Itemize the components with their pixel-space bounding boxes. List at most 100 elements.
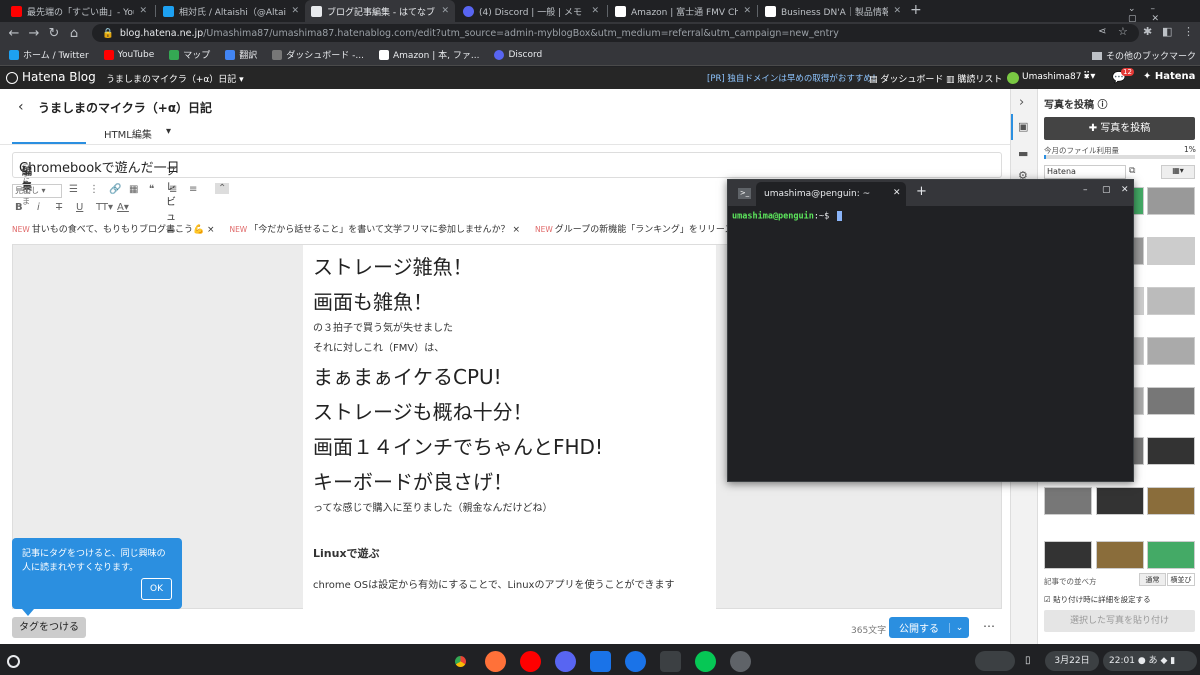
publish-button[interactable]: 公開する ⌄ [889, 617, 969, 638]
photo-thumbnail[interactable] [1147, 337, 1195, 365]
launcher-icon[interactable] [7, 655, 20, 668]
minimize-icon[interactable]: – [1083, 185, 1088, 195]
files-icon[interactable] [590, 651, 611, 672]
forward-icon[interactable]: → [24, 26, 44, 41]
blog-menu[interactable]: うましまのマイクラ（+α）日記 ▾ [106, 72, 244, 85]
terminal-window[interactable]: >_ umashima@penguin: ~ ✕ + – ▢ ✕ umashim… [727, 179, 1134, 482]
bookmark-youtube[interactable]: YouTube [103, 49, 154, 60]
new-terminal-tab-button[interactable]: + [916, 184, 927, 199]
youtube-app-icon[interactable] [520, 651, 541, 672]
bookmark-discord[interactable]: Discord [494, 49, 542, 60]
heading-select[interactable]: 見出し ▾ [12, 184, 62, 198]
news-item[interactable]: 「今だから話せること」を書いて文学フリマに参加しませんか？ × [249, 225, 520, 235]
photo-thumbnail[interactable] [1044, 541, 1092, 569]
tab-preview[interactable]: プレビュー ▾ [166, 126, 176, 238]
browser-tab[interactable]: Business DN'A｜製品情報｜C✕ [759, 0, 907, 22]
browser-tab[interactable]: Amazon | 富士通 FMV Chrome✕ [609, 0, 757, 22]
ordered-list-icon[interactable]: ⋮ [89, 184, 99, 195]
article-body[interactable]: ストレージ雑魚！ 画面も雑魚！ の３拍子で買う気が失せました それに対しこれ（F… [303, 245, 716, 610]
dashboard-link[interactable]: ▤ ダッシュボード [869, 72, 943, 85]
reload-icon[interactable]: ↻ [44, 26, 64, 41]
browser-tab[interactable]: 最先端の「すごい曲」- YouT ✕ [5, 0, 153, 22]
close-icon[interactable]: ✕ [893, 188, 901, 198]
line-icon[interactable] [695, 651, 716, 672]
bookmark-amazon[interactable]: Amazon | 本, ファ... [379, 48, 479, 61]
share-icon[interactable]: ⋖ [1098, 26, 1106, 37]
user-menu[interactable]: Umashima87 ▾ [1022, 72, 1089, 82]
firefox-icon[interactable] [485, 651, 506, 672]
hatena-brand[interactable]: ✦ Hatena [1143, 71, 1195, 82]
add-tag-button[interactable]: タグをつける [12, 617, 86, 638]
list-icon[interactable]: ☰ [69, 184, 78, 195]
star-icon[interactable]: ☆ [1118, 25, 1128, 38]
bookmark-translate[interactable]: 翻訳 [225, 48, 257, 61]
album-select[interactable]: Hatena Blog(private)▾ [1044, 165, 1126, 188]
close-icon[interactable]: ✕ [441, 6, 449, 16]
terminal-app-icon[interactable] [660, 651, 681, 672]
extensions-icon[interactable]: ✱ [1143, 25, 1152, 38]
photo-thumbnail[interactable] [1147, 541, 1195, 569]
table-icon[interactable]: ▦ [129, 184, 138, 195]
bold-icon[interactable]: B [15, 202, 23, 213]
back-icon[interactable]: ← [4, 26, 24, 41]
photo-thumbnail[interactable] [1147, 387, 1195, 415]
date-tray[interactable]: 3月22日 [1045, 651, 1099, 671]
chevron-down-icon[interactable]: ⌄ [949, 622, 969, 633]
settings-icon[interactable] [730, 651, 751, 672]
collapse-icon[interactable]: ⌃ [215, 183, 230, 194]
photo-thumbnail[interactable] [1147, 437, 1195, 465]
photo-thumbnail[interactable] [1147, 487, 1195, 515]
address-bar[interactable]: 🔒 blog.hatena.ne.jp/Umashima87/umashima8… [92, 24, 1139, 42]
other-bookmarks[interactable]: その他のブックマーク [1092, 49, 1196, 62]
photo-thumbnail[interactable] [1044, 487, 1092, 515]
back-arrow-icon[interactable]: ‹ [18, 99, 24, 115]
underline-icon[interactable]: U [76, 202, 83, 213]
close-icon[interactable]: ✕ [591, 6, 599, 16]
bookmark-maps[interactable]: マップ [169, 48, 210, 61]
maximize-icon[interactable]: ▢ [1102, 185, 1111, 195]
news-item[interactable]: 甘いもの食べて、もりもりブログ書こう💪 × [32, 225, 215, 235]
window-controls[interactable]: ⌄–▢✕ [1128, 4, 1200, 24]
new-tab-button[interactable]: + [910, 2, 922, 18]
close-icon[interactable]: ✕ [893, 6, 901, 16]
terminal-tab[interactable]: umashima@penguin: ~ ✕ [756, 182, 906, 206]
photo-thumbnail[interactable] [1147, 287, 1195, 315]
menu-icon[interactable]: ⋮ [1183, 25, 1194, 38]
photo-icon[interactable]: ▣ [1018, 120, 1028, 133]
bookmark-twitter[interactable]: ホーム / Twitter [9, 48, 89, 61]
messages-icon[interactable] [625, 651, 646, 672]
phone-hub-icon[interactable]: ▯ [1025, 655, 1031, 666]
external-link-icon[interactable]: ⧉ [1129, 166, 1135, 176]
news-item[interactable]: グループの新機能「ランキング」をリリースしま [555, 225, 732, 235]
apps-icon[interactable]: ⠿▾ [1083, 71, 1095, 82]
close-icon[interactable]: ✕ [291, 6, 299, 16]
italic-icon[interactable]: i [37, 202, 40, 213]
close-icon[interactable]: ✕ [743, 6, 751, 16]
bookmark-dashboard[interactable]: ダッシュボード -... [272, 48, 364, 61]
more-options-icon[interactable]: ⋯ [983, 619, 995, 633]
promo-link[interactable]: [PR] 独自ドメインは早めの取得がおすすめ！ [707, 72, 880, 84]
quote-icon[interactable]: ❝ [149, 184, 154, 195]
close-icon[interactable]: ✕ [139, 6, 147, 16]
folder-icon[interactable]: ▬ [1018, 147, 1028, 160]
font-color-icon[interactable]: A▾ [117, 202, 129, 213]
browser-tab[interactable]: (4) Discord | 一般 | メモ ✕ [457, 0, 605, 22]
sort-normal-button[interactable]: 通常 [1139, 573, 1166, 586]
browser-tab-active[interactable]: ブログ記事編集 - はてなブロ ✕ [305, 0, 455, 22]
upload-photo-button[interactable]: ✚ 写真を投稿 [1044, 117, 1195, 140]
chevron-right-icon[interactable]: › [1019, 95, 1024, 110]
tooltip-ok-button[interactable]: OK [141, 578, 172, 600]
hatena-blog-logo[interactable]: Hatena Blog [22, 70, 96, 84]
tab-html[interactable]: HTML編集 [104, 126, 152, 141]
close-window-icon[interactable]: ✕ [1121, 185, 1129, 195]
photo-thumbnail[interactable] [1147, 237, 1195, 265]
discord-app-icon[interactable] [555, 651, 576, 672]
paste-photo-button[interactable]: 選択した写真を貼り付け [1044, 610, 1195, 632]
view-toggle[interactable]: ▦▾ [1161, 165, 1195, 179]
reading-list-link[interactable]: ▥ 購読リスト [946, 72, 1002, 85]
browser-tab[interactable]: 相対氏 / Altaishi（@Altaishi1✕ [157, 0, 305, 22]
post-title-input[interactable]: Chromebookで遊んだ一日 [12, 152, 1002, 178]
align-icon[interactable]: ≣ [169, 184, 177, 195]
detail-checkbox[interactable]: ☑ 貼り付け時に詳細を設定する [1044, 594, 1151, 605]
photo-thumbnail[interactable] [1096, 541, 1144, 569]
